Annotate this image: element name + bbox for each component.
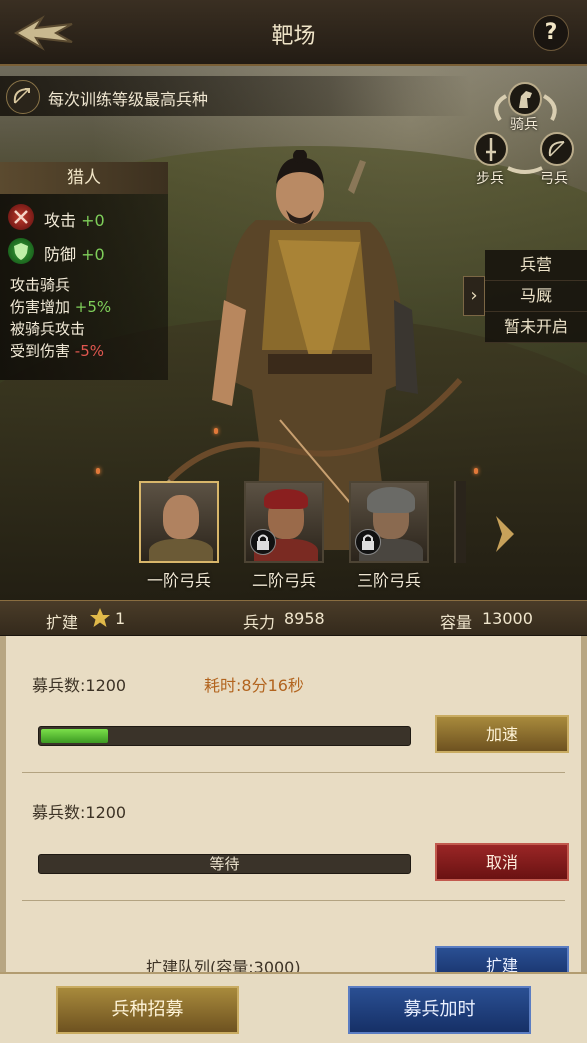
scene-area: 每次训练等级最高兵种 骑兵 步兵 弓兵 猎人 攻击 +0 防御 +0 攻击骑兵 … — [0, 66, 587, 600]
side-building-menu: › 兵营 马厩 暂未开启 — [463, 250, 587, 343]
bonus-line-1: 攻击骑兵 — [10, 276, 71, 294]
defense-label: 防御 — [44, 245, 77, 264]
unit-name: 猎人 — [0, 162, 168, 194]
bonus-line-3: 被骑兵攻击 — [10, 320, 86, 338]
recruit-count-1: 募兵数:1200 — [32, 676, 127, 695]
archer-icon — [540, 132, 574, 166]
unit-recruit-button[interactable]: 兵种招募 — [56, 986, 239, 1034]
side-item-barracks[interactable]: 兵营 — [485, 250, 587, 281]
damage-taken-value: -5% — [74, 342, 105, 360]
archer-label: 弓兵 — [540, 171, 568, 187]
waiting-status: 等待 — [209, 855, 240, 873]
portrait-label-tier1: 一阶弓兵 — [146, 571, 211, 590]
expand-queue-text: 扩建队列(容量:3000) — [146, 958, 301, 972]
damage-increase-value: +5% — [74, 298, 112, 316]
training-objective: 每次训练等级最高兵种 — [0, 76, 470, 116]
unit-stats-panel: 猎人 攻击 +0 防御 +0 攻击骑兵 伤害增加 +5% 被骑兵攻击 受到伤害 … — [0, 162, 168, 380]
expand-level: 1 — [115, 609, 126, 628]
cavalry-icon — [508, 82, 542, 116]
lock-icon — [355, 529, 381, 555]
portrait-label-tier3: 三阶弓兵 — [356, 571, 421, 590]
cancel-button[interactable]: 取消 — [435, 843, 569, 881]
unit-portrait-tier1[interactable] — [139, 481, 219, 563]
bow-icon — [6, 80, 40, 114]
side-item-stable[interactable]: 马厩 — [485, 281, 587, 312]
cavalry-label: 骑兵 — [510, 117, 538, 133]
power-value: 8958 — [284, 609, 325, 628]
header-bar: 靶场 ? — [0, 0, 587, 66]
recruit-count-2: 募兵数:1200 — [32, 803, 127, 822]
star-icon — [88, 606, 112, 634]
unit-portrait-tier2[interactable] — [244, 481, 324, 563]
recruit-progress-bar — [38, 726, 411, 746]
recruit-queue-panel: 募兵数:1200 耗时:8分16秒 加速 募兵数:1200 等待 取消 扩建队列… — [0, 636, 587, 972]
attack-icon — [8, 204, 34, 230]
unit-portrait-partial — [454, 481, 466, 563]
expand-button[interactable]: 扩建 — [435, 946, 569, 972]
attack-value: +0 — [81, 211, 105, 230]
portrait-label-tier2: 二阶弓兵 — [251, 571, 316, 590]
power-label: 兵力 — [243, 613, 276, 632]
shield-icon — [8, 238, 34, 264]
infantry-label: 步兵 — [476, 171, 504, 187]
page-title: 靶场 — [271, 24, 316, 49]
bonus-line-4: 受到伤害 -5% — [10, 342, 105, 360]
chevron-right-icon[interactable] — [490, 512, 520, 556]
ember-particle — [214, 428, 218, 434]
extend-recruit-time-button[interactable]: 募兵加时 — [348, 986, 531, 1034]
bottom-action-bar: 兵种招募 募兵加时 — [0, 972, 587, 1043]
unit-counter-cycle: 骑兵 步兵 弓兵 — [470, 80, 580, 187]
ember-particle — [96, 468, 100, 474]
help-button[interactable]: ? — [533, 15, 569, 51]
objective-text: 每次训练等级最高兵种 — [48, 90, 209, 109]
capacity-label: 容量 — [440, 613, 473, 632]
speed-up-button[interactable]: 加速 — [435, 715, 569, 753]
expand-label: 扩建 — [46, 613, 79, 632]
capacity-value: 13000 — [482, 609, 533, 628]
side-item-locked[interactable]: 暂未开启 — [485, 312, 587, 343]
progress-fill — [41, 729, 108, 743]
building-info-bar: 扩建 1 兵力 8958 容量 13000 — [0, 600, 587, 636]
recruit-time: 耗时:8分16秒 — [204, 676, 304, 695]
unit-portrait-tier3[interactable] — [349, 481, 429, 563]
chevron-right-icon[interactable]: › — [463, 276, 485, 316]
bonus-line-2: 伤害增加 +5% — [10, 298, 112, 316]
defense-value: +0 — [81, 245, 105, 264]
ember-particle — [474, 468, 478, 474]
lock-icon — [250, 529, 276, 555]
attack-label: 攻击 — [44, 211, 77, 230]
waiting-bar: 等待 — [38, 854, 411, 874]
